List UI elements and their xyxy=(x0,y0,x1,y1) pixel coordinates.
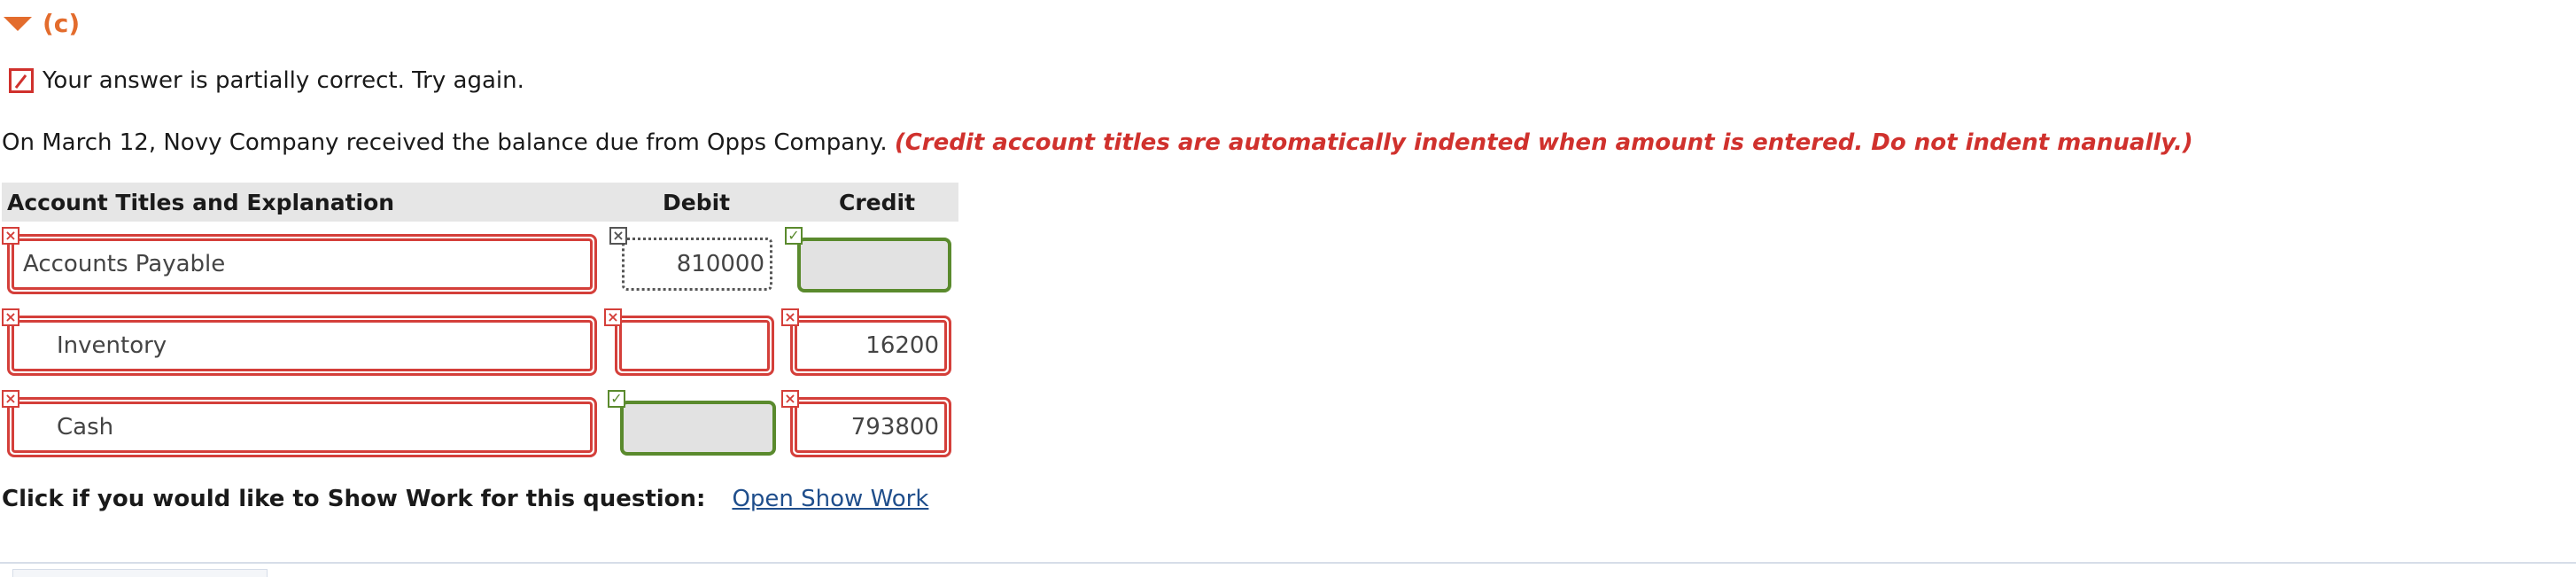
partially-correct-icon xyxy=(9,68,34,93)
header-debit: Debit xyxy=(663,190,731,215)
account-input-row-3[interactable]: Cash xyxy=(12,402,593,453)
correct-mark-icon: ✓ xyxy=(785,227,803,245)
credit-input-row-1[interactable] xyxy=(797,238,951,292)
account-input-row-2[interactable]: Inventory xyxy=(12,320,593,371)
section-divider xyxy=(0,562,2576,564)
wrong-mark-icon: × xyxy=(781,308,799,326)
credit-field-row-3[interactable]: 793800 xyxy=(790,397,951,457)
credit-field-row-2[interactable]: 16200 xyxy=(790,316,951,376)
wrong-mark-icon: × xyxy=(2,227,19,245)
show-work-prompt: Click if you would like to Show Work for… xyxy=(2,486,928,512)
status-message: Your answer is partially correct. Try ag… xyxy=(43,67,524,94)
wrong-mark-icon: × xyxy=(2,308,19,326)
credit-input-row-3[interactable]: 793800 xyxy=(795,402,947,453)
account-input-row-1[interactable]: Accounts Payable xyxy=(12,238,593,290)
question-note: (Credit account titles are automatically… xyxy=(894,129,2193,156)
debit-input-row-3[interactable] xyxy=(620,401,776,456)
debit-input-row-2[interactable] xyxy=(619,320,770,371)
account-field-row-2[interactable]: Inventory xyxy=(7,316,597,376)
wrong-mark-icon: × xyxy=(609,227,627,245)
collapse-triangle-icon[interactable] xyxy=(4,16,32,31)
account-field-row-3[interactable]: Cash xyxy=(7,397,597,457)
question-body: On March 12, Novy Company received the b… xyxy=(2,129,888,156)
debit-input-row-1[interactable]: 810000 xyxy=(622,238,772,291)
section-label: (c) xyxy=(43,9,81,38)
debit-field-row-2[interactable] xyxy=(615,316,774,376)
show-work-label: Click if you would like to Show Work for… xyxy=(2,486,706,512)
question-text: On March 12, Novy Company received the b… xyxy=(2,129,2193,156)
open-show-work-link[interactable]: Open Show Work xyxy=(732,486,928,512)
account-field-row-1[interactable]: Accounts Payable xyxy=(7,234,597,294)
wrong-mark-icon: × xyxy=(2,390,19,408)
wrong-mark-icon: × xyxy=(781,390,799,408)
section-header[interactable]: (c) xyxy=(4,9,80,38)
header-account: Account Titles and Explanation xyxy=(7,190,395,215)
credit-input-row-2[interactable]: 16200 xyxy=(795,320,947,371)
journal-table-header: Account Titles and Explanation Debit Cre… xyxy=(2,183,958,222)
wrong-mark-icon: × xyxy=(604,308,622,326)
answer-status: Your answer is partially correct. Try ag… xyxy=(9,67,524,94)
header-credit: Credit xyxy=(839,190,916,215)
correct-mark-icon: ✓ xyxy=(608,390,625,408)
